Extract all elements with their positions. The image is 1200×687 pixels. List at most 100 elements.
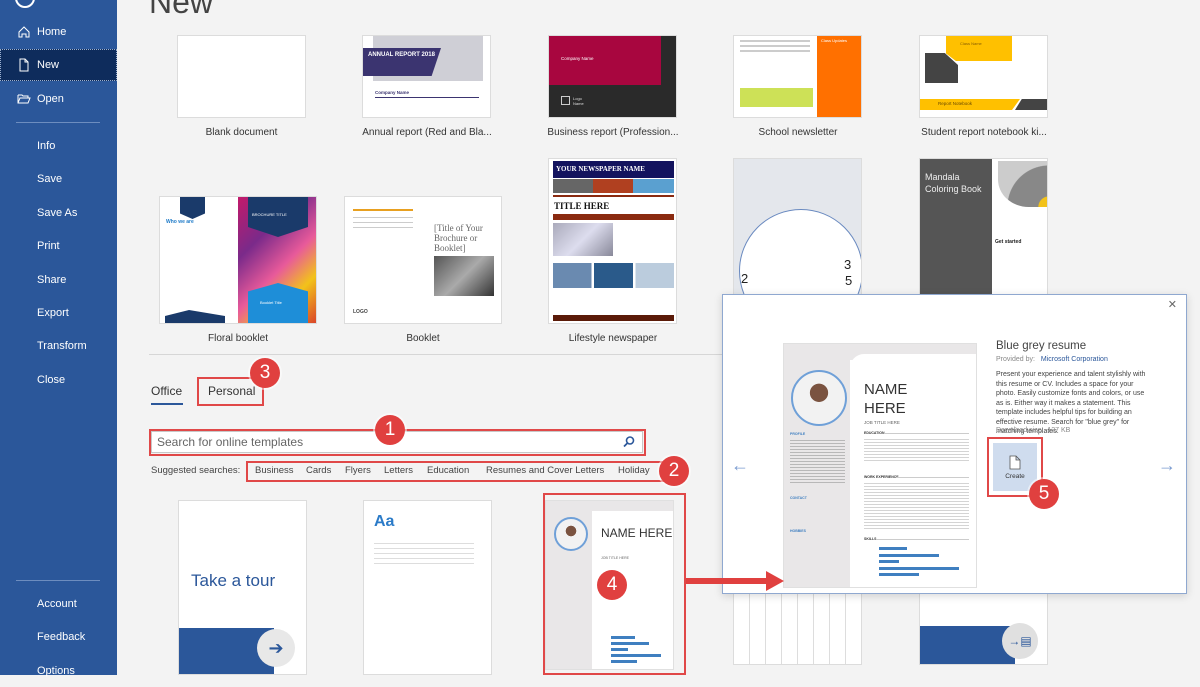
sidebar-item-export[interactable]: Export (0, 297, 117, 329)
template-thumbnail[interactable]: Take a tour ➔ (178, 500, 307, 675)
provider-link[interactable]: Microsoft Corporation (1041, 356, 1108, 363)
sidebar-item-label: Close (37, 374, 66, 386)
template-thumbnail[interactable]: Mandala Coloring Book Get started (919, 158, 1048, 308)
template-label: School newsletter (758, 127, 838, 138)
insert-document-icon: →▤ (1002, 623, 1038, 659)
resume-left-section: CONTACT (790, 496, 807, 500)
thumb-logo: LOGO (353, 309, 368, 315)
suggested-search-cards[interactable]: Cards (306, 465, 331, 476)
sidebar-item-label: Export (37, 307, 69, 319)
close-icon[interactable]: ✕ (1168, 298, 1177, 311)
suggested-search-flyers[interactable]: Flyers (345, 465, 371, 476)
sidebar-item-label: New (37, 59, 60, 71)
template-label: Floral booklet (207, 333, 269, 344)
template-label: Booklet (406, 333, 440, 344)
sidebar-item-save-as[interactable]: Save As (0, 197, 117, 229)
template-thumbnail[interactable]: Class Updates (733, 35, 862, 118)
suggested-search-letters[interactable]: Letters (384, 465, 413, 476)
home-icon (18, 26, 30, 38)
template-thumbnail[interactable]: →▤ (919, 590, 1048, 665)
thumb-title: BROCHURE TITLE (252, 212, 287, 217)
template-thumbnail[interactable]: YOUR NEWSPAPER NAME TITLE HERE (548, 158, 677, 324)
sidebar-item-feedback[interactable]: Feedback (0, 621, 117, 653)
page-title: New (149, 0, 214, 20)
template-label: Student report notebook ki... (921, 127, 1047, 138)
sidebar-item-share[interactable]: Share (0, 264, 117, 296)
sidebar-item-label: Save (37, 173, 63, 185)
annotation-arrow (686, 578, 768, 584)
backstage-sidebar: Home New Open Info Save Save As Print Sh… (0, 0, 117, 677)
search-icon[interactable] (622, 435, 636, 449)
sidebar-divider (16, 122, 100, 123)
sidebar-item-options[interactable]: Options (0, 655, 117, 687)
template-thumbnail[interactable]: 2 3 5 (733, 158, 862, 308)
thumb-subtitle: Who we are (166, 219, 194, 225)
back-icon[interactable] (15, 0, 35, 8)
thumb-title: YOUR NEWSPAPER NAME (556, 165, 645, 173)
previous-arrow-icon[interactable]: ← (731, 455, 749, 476)
resume-section-heading: SKILLS (864, 537, 877, 541)
tab-personal[interactable]: Personal (208, 384, 255, 398)
create-button[interactable]: Create (993, 443, 1037, 491)
thumb-text: 3 (844, 257, 852, 272)
sidebar-item-save[interactable]: Save (0, 163, 117, 195)
suggested-searches-label: Suggested searches: (151, 465, 241, 476)
sidebar-item-transform[interactable]: Transform (0, 330, 117, 362)
resume-preview: PROFILE CONTACT HOBBIES NAME HERE JOB TI… (783, 343, 977, 588)
sidebar-item-account[interactable]: Account (0, 588, 117, 620)
section-divider (149, 354, 749, 355)
sidebar-item-label: Options (37, 665, 75, 677)
sidebar-item-label: Open (37, 93, 64, 105)
download-size: Download size: 127 KB (996, 427, 1070, 434)
thumb-logo: Logo Name (573, 96, 584, 106)
template-thumbnail[interactable]: Class Name Report Notebook (919, 35, 1048, 118)
template-thumbnail[interactable]: ANNUAL REPORT 2018 Company Name (362, 35, 491, 118)
thumb-subtitle: TITLE HERE (554, 201, 610, 211)
suggested-search-business[interactable]: Business (255, 465, 294, 476)
tab-office[interactable]: Office (151, 384, 182, 398)
provided-by-label: Provided by: (996, 356, 1035, 363)
template-thumbnail[interactable]: [Title of Your Brochure or Booklet] LOGO (344, 196, 502, 324)
annotation-badge-1: 1 (375, 415, 405, 445)
resume-section-heading: EDUCATION (864, 431, 885, 435)
suggested-search-resumes[interactable]: Resumes and Cover Letters (486, 465, 604, 476)
template-thumbnail[interactable] (733, 590, 862, 665)
thumb-subtitle: JOB TITLE HERE (601, 556, 629, 560)
sidebar-item-home[interactable]: Home (0, 16, 117, 48)
template-label: Annual report (Red and Bla... (362, 127, 492, 138)
annotation-badge-3: 3 (250, 358, 280, 388)
sidebar-item-new[interactable]: New (0, 49, 117, 81)
sidebar-item-close[interactable]: Close (0, 364, 117, 396)
sidebar-item-label: Share (37, 274, 67, 286)
suggested-search-education[interactable]: Education (427, 465, 469, 476)
skill-bar (879, 560, 899, 563)
thumb-title: [Title of Your Brochure or Booklet] (434, 223, 483, 253)
sidebar-item-print[interactable]: Print (0, 230, 117, 262)
sidebar-item-label: Account (37, 598, 77, 610)
template-label: Business report (Profession... (547, 127, 679, 138)
suggested-search-holiday[interactable]: Holiday (618, 465, 650, 476)
thumb-subtitle: Get started (995, 239, 1022, 245)
template-label: Lifestyle newspaper (568, 333, 658, 344)
annotation-arrow-head (766, 571, 784, 591)
sidebar-item-label: Feedback (37, 631, 86, 643)
thumb-text: 2 (741, 271, 749, 286)
template-thumbnail[interactable]: Who we are BROCHURE TITLE Booklet Title (159, 196, 317, 324)
template-thumbnail[interactable]: Aa (363, 500, 492, 675)
thumb-title: Take a tour (191, 571, 276, 590)
tab-active-indicator (151, 403, 183, 405)
template-thumbnail[interactable] (177, 35, 306, 118)
annotation-badge-2: 2 (659, 456, 689, 486)
next-arrow-icon[interactable]: → (1158, 455, 1176, 476)
sidebar-item-open[interactable]: Open (0, 83, 117, 115)
sidebar-item-label: Home (37, 26, 67, 38)
provided-by: Provided by: Microsoft Corporation (996, 356, 1108, 363)
thumb-title: ANNUAL REPORT 2018 (368, 52, 435, 58)
template-thumbnail[interactable]: Company Name Logo Name (548, 35, 677, 118)
folder-open-icon (17, 94, 31, 104)
arrow-right-icon: ➔ (257, 629, 295, 667)
sidebar-item-label: Print (37, 240, 60, 252)
annotation-badge-5: 5 (1029, 479, 1059, 509)
sidebar-item-info[interactable]: Info (0, 130, 117, 162)
thumb-subtitle: Company Name (375, 90, 410, 95)
